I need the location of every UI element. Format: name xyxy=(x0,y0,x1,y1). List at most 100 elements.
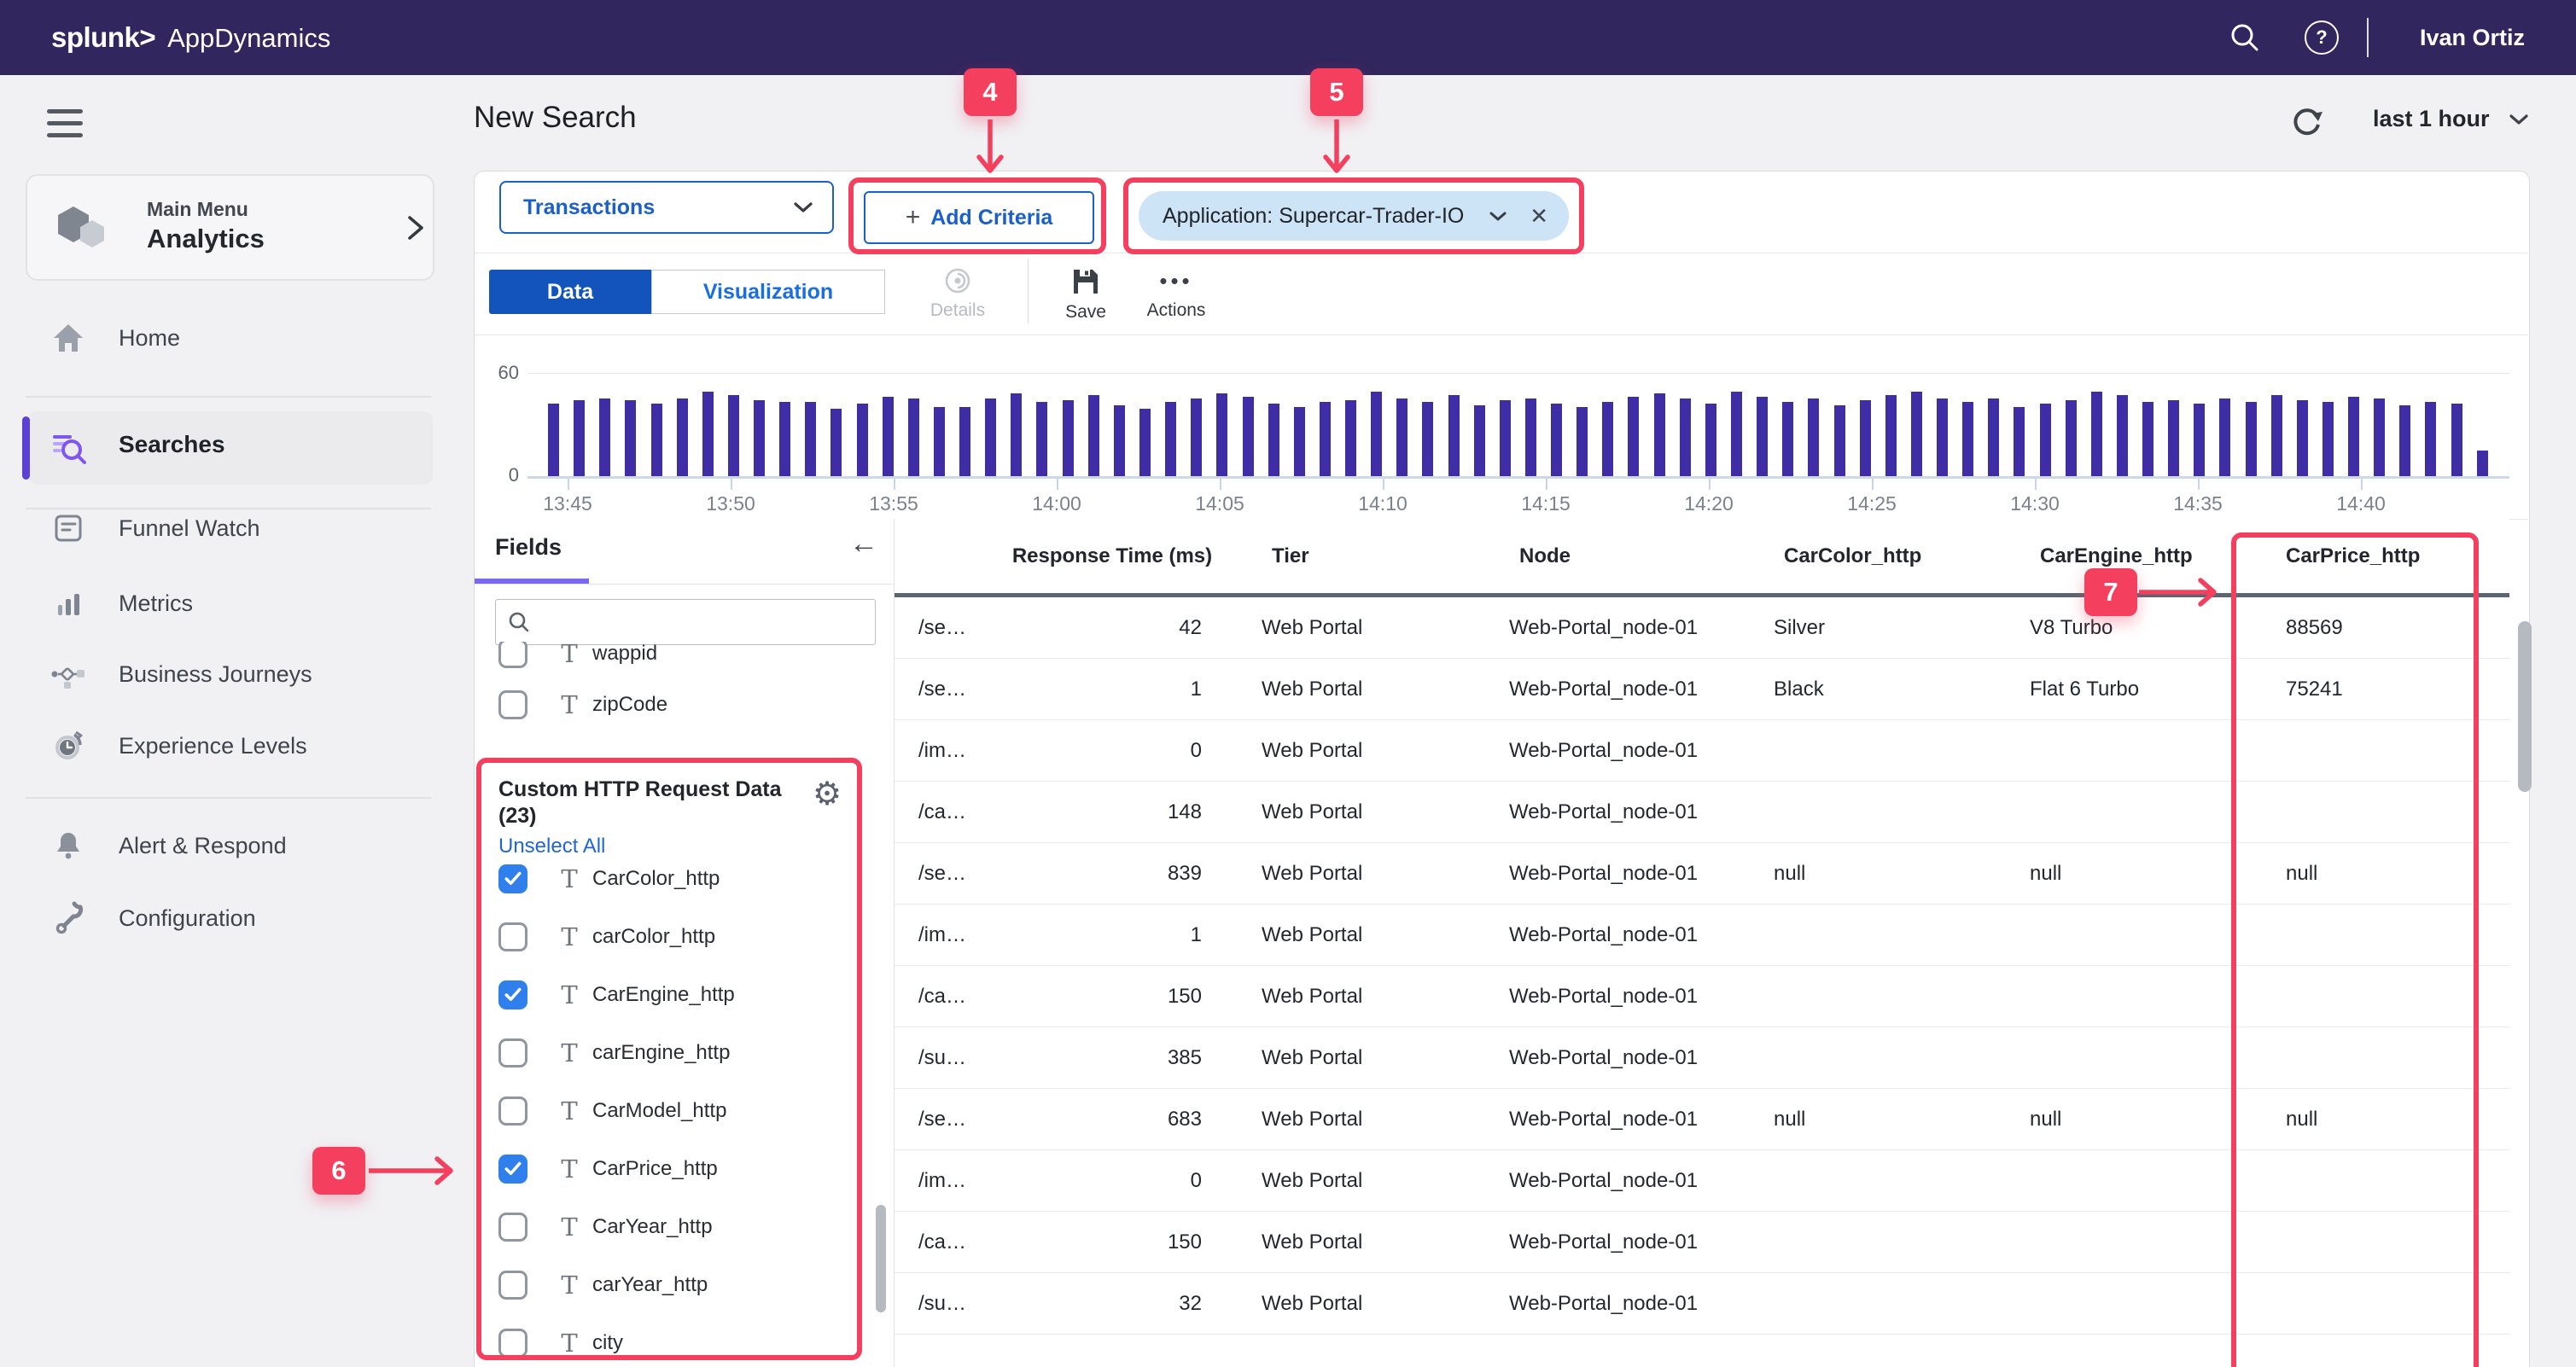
chart-bar xyxy=(2040,404,2051,476)
application-criteria-chip[interactable]: Application: Supercar-Trader-IO ✕ xyxy=(1139,191,1569,241)
column-header[interactable]: Node xyxy=(1501,544,1765,568)
sidebar-item-home[interactable]: Home xyxy=(0,311,457,365)
save-button[interactable]: Save xyxy=(1034,266,1137,323)
sidebar-item-configuration[interactable]: Configuration xyxy=(0,891,457,945)
field-label: carColor_http xyxy=(592,925,715,949)
tab-data[interactable]: Data xyxy=(489,270,651,314)
chart-bar xyxy=(1576,407,1588,476)
table-row[interactable]: /se…839Web PortalWeb-Portal_node-01nulln… xyxy=(895,843,2509,905)
sidebar-item-metrics[interactable]: Metrics xyxy=(0,576,457,631)
fields-search-input[interactable] xyxy=(539,609,875,635)
field-list-item[interactable]: Tcity xyxy=(475,1314,850,1367)
field-list-item[interactable]: TCarEngine_http xyxy=(475,966,850,1024)
actions-button[interactable]: ••• Actions xyxy=(1125,266,1227,321)
time-range-selector[interactable]: last 1 hour xyxy=(2373,106,2529,132)
table-row[interactable]: /ca…148Web PortalWeb-Portal_node-01 xyxy=(895,782,2509,843)
checkbox-unchecked[interactable] xyxy=(498,1097,527,1126)
type-icon: T xyxy=(557,1213,582,1242)
column-header[interactable]: CarEngine_http xyxy=(2021,544,2277,568)
checkbox-unchecked[interactable] xyxy=(498,690,527,719)
collapse-panel-icon[interactable]: ← xyxy=(849,527,878,561)
hamburger-icon xyxy=(47,109,83,113)
field-list-item[interactable]: TCarModel_http xyxy=(475,1082,850,1140)
sidebar-item-experience-levels[interactable]: Experience Levels xyxy=(0,718,457,773)
table-row[interactable]: /im…0Web PortalWeb-Portal_node-01 xyxy=(895,1150,2509,1212)
x-axis-tick xyxy=(1383,479,1384,490)
chart-bar xyxy=(1551,404,1562,476)
gear-icon[interactable]: ⚙ xyxy=(813,775,842,813)
help-button[interactable]: ? xyxy=(2283,20,2360,55)
x-axis-tick-label: 14:00 xyxy=(1001,492,1112,515)
table-cell: 1 xyxy=(971,678,1253,701)
details-button[interactable]: Details xyxy=(906,266,1009,321)
fields-search-box[interactable] xyxy=(495,599,876,645)
field-list-item[interactable]: TcarEngine_http xyxy=(475,1024,850,1082)
column-header[interactable]: Response Time (ms) xyxy=(971,544,1253,568)
check-icon xyxy=(504,987,522,1003)
table-row[interactable]: /im…0Web PortalWeb-Portal_node-01 xyxy=(895,720,2509,782)
sidebar-item-alert-respond[interactable]: Alert & Respond xyxy=(0,818,457,873)
table-cell: Silver xyxy=(1765,616,2021,640)
refresh-icon xyxy=(2288,102,2327,142)
type-icon: T xyxy=(557,864,582,893)
refresh-button[interactable] xyxy=(2288,102,2327,142)
user-menu[interactable]: Ivan Ortiz xyxy=(2420,25,2525,51)
column-header[interactable]: CarPrice_http xyxy=(2277,544,2509,568)
table-row[interactable]: /se…683Web PortalWeb-Portal_node-01nulln… xyxy=(895,1089,2509,1150)
checkbox-unchecked[interactable] xyxy=(498,922,527,951)
sidebar-item-searches[interactable] xyxy=(29,411,433,485)
table-scrollbar-thumb[interactable] xyxy=(2518,621,2532,792)
table-cell: Web-Portal_node-01 xyxy=(1501,923,1765,947)
checkbox-checked[interactable] xyxy=(498,1155,527,1184)
field-list-item[interactable]: TzipCode xyxy=(475,679,876,730)
fields-scrollbar-thumb[interactable] xyxy=(876,1205,886,1312)
checkbox-unchecked[interactable] xyxy=(498,1329,527,1358)
checkbox-unchecked[interactable] xyxy=(498,642,527,668)
table-cell: null xyxy=(2277,862,2509,886)
chevron-down-icon[interactable] xyxy=(1489,211,1507,222)
field-list-item[interactable]: TCarColor_http xyxy=(475,850,850,908)
checkbox-checked[interactable] xyxy=(498,980,527,1009)
checkbox-checked[interactable] xyxy=(498,864,527,893)
field-list-item[interactable]: TCarPrice_http xyxy=(475,1140,850,1198)
sidebar-item-label: Experience Levels xyxy=(119,733,307,759)
tab-visualization[interactable]: Visualization xyxy=(651,270,885,314)
table-row[interactable]: /su…385Web PortalWeb-Portal_node-01 xyxy=(895,1027,2509,1089)
remove-criteria-icon[interactable]: ✕ xyxy=(1530,203,1548,230)
table-row[interactable]: /su…32Web PortalWeb-Portal_node-01 xyxy=(895,1273,2509,1335)
sidebar-toggle-button[interactable] xyxy=(47,109,83,137)
field-list-item[interactable]: TcarColor_http xyxy=(475,908,850,966)
sidebar-divider xyxy=(26,396,431,398)
chart-bar xyxy=(2194,404,2205,476)
custom-group-title: Custom HTTP Request Data (23) xyxy=(498,777,789,829)
table-row[interactable]: /im…1Web PortalWeb-Portal_node-01 xyxy=(895,905,2509,966)
column-header[interactable]: Tier xyxy=(1253,544,1501,568)
global-search-button[interactable] xyxy=(2206,22,2283,53)
table-cell: /im… xyxy=(895,1169,971,1193)
table-row[interactable]: /se…42Web PortalWeb-Portal_node-01Silver… xyxy=(895,597,2509,659)
checkbox-unchecked[interactable] xyxy=(498,1038,527,1067)
add-criteria-button[interactable]: + Add Criteria xyxy=(864,191,1094,244)
search-scope-select[interactable]: Transactions xyxy=(499,181,834,234)
field-label: city xyxy=(592,1331,623,1355)
main-menu-selector[interactable]: Main Menu Analytics xyxy=(26,174,434,281)
chart-bar xyxy=(1422,402,1433,476)
table-cell: Web Portal xyxy=(1253,1108,1501,1131)
x-axis-tick xyxy=(2198,479,2200,490)
table-cell: 1 xyxy=(971,923,1253,947)
checkbox-unchecked[interactable] xyxy=(498,1213,527,1242)
field-list-item[interactable]: TCarYear_http xyxy=(475,1198,850,1256)
field-list-item[interactable]: Twappid xyxy=(475,642,876,679)
column-header[interactable]: CarColor_http xyxy=(1765,544,2021,568)
sidebar-item-label: Configuration xyxy=(119,905,256,932)
table-row[interactable] xyxy=(895,1335,2509,1367)
field-list-item[interactable]: TcarYear_http xyxy=(475,1256,850,1314)
app-root: splunk> AppDynamics ? Ivan Ortiz Main Me… xyxy=(0,0,2576,1367)
table-cell: Web-Portal_node-01 xyxy=(1501,985,1765,1009)
table-row[interactable]: /se…1Web PortalWeb-Portal_node-01BlackFl… xyxy=(895,659,2509,720)
table-row[interactable]: /ca…150Web PortalWeb-Portal_node-01 xyxy=(895,966,2509,1027)
table-row[interactable]: /ca…150Web PortalWeb-Portal_node-01 xyxy=(895,1212,2509,1273)
checkbox-unchecked[interactable] xyxy=(498,1271,527,1300)
sidebar-item-funnel-watch[interactable]: Funnel Watch xyxy=(0,501,457,556)
sidebar-item-business-journeys[interactable]: Business Journeys xyxy=(0,647,457,701)
